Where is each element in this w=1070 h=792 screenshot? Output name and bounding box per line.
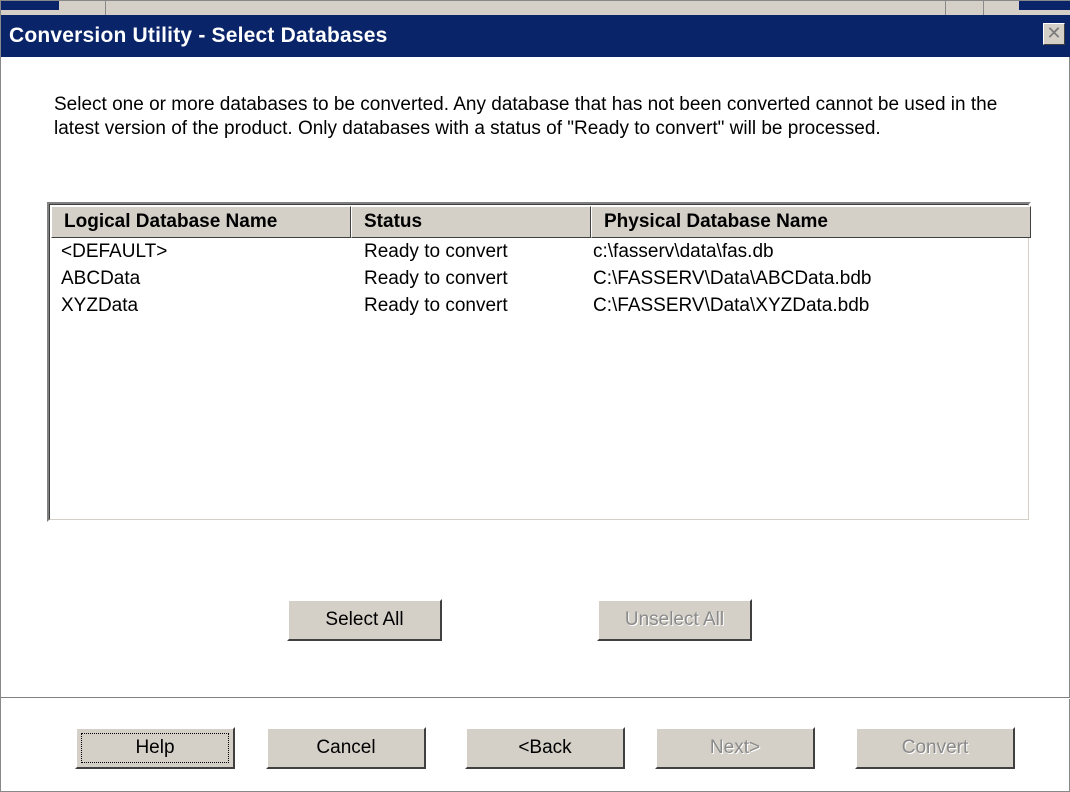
footer-separator (1, 697, 1070, 699)
next-button[interactable]: Next> (655, 727, 815, 769)
background-window-strip (1, 1, 1070, 15)
close-icon: ✕ (1046, 23, 1062, 43)
column-header-status[interactable]: Status (351, 206, 591, 238)
cell-status: Ready to convert (364, 241, 508, 262)
background-titlebar-fragment (1019, 1, 1070, 10)
title-bar[interactable]: Conversion Utility - Select Databases ✕ (1, 15, 1070, 57)
cell-physical-name: C:\FASSERV\Data\XYZData.bdb (593, 295, 870, 316)
column-header-physical-name[interactable]: Physical Database Name (591, 206, 1031, 238)
cell-physical-name: c:\fasserv\data\fas.db (593, 241, 774, 262)
background-titlebar-fragment (1, 1, 59, 10)
list-header: Logical Database Name Status Physical Da… (51, 206, 1031, 238)
window-title: Conversion Utility - Select Databases (9, 24, 388, 47)
background-divider (105, 1, 106, 15)
select-all-button[interactable]: Select All (287, 599, 442, 641)
cell-status: Ready to convert (364, 268, 508, 289)
table-row[interactable]: <DEFAULT> Ready to convert c:\fasserv\da… (51, 238, 1027, 265)
table-row[interactable]: ABCData Ready to convert C:\FASSERV\Data… (51, 265, 1027, 292)
cell-logical-name: <DEFAULT> (61, 241, 168, 262)
focus-rectangle (81, 733, 229, 763)
table-row[interactable]: XYZData Ready to convert C:\FASSERV\Data… (51, 292, 1027, 319)
help-button[interactable]: Help (75, 727, 235, 769)
cell-logical-name: ABCData (61, 268, 141, 289)
unselect-all-button[interactable]: Unselect All (597, 599, 752, 641)
back-button[interactable]: <Back (465, 727, 625, 769)
background-divider (945, 1, 946, 15)
close-button[interactable]: ✕ (1043, 23, 1065, 45)
column-header-logical-name[interactable]: Logical Database Name (51, 206, 351, 238)
cancel-button[interactable]: Cancel (266, 727, 426, 769)
cell-physical-name: C:\FASSERV\Data\ABCData.bdb (593, 268, 872, 289)
convert-button[interactable]: Convert (855, 727, 1015, 769)
instructions-text: Select one or more databases to be conve… (54, 94, 998, 139)
cell-status: Ready to convert (364, 295, 508, 316)
database-list[interactable]: Logical Database Name Status Physical Da… (47, 202, 1031, 522)
conversion-utility-window: Conversion Utility - Select Databases ✕ … (0, 0, 1070, 792)
background-divider (983, 1, 984, 15)
cell-logical-name: XYZData (61, 295, 139, 316)
